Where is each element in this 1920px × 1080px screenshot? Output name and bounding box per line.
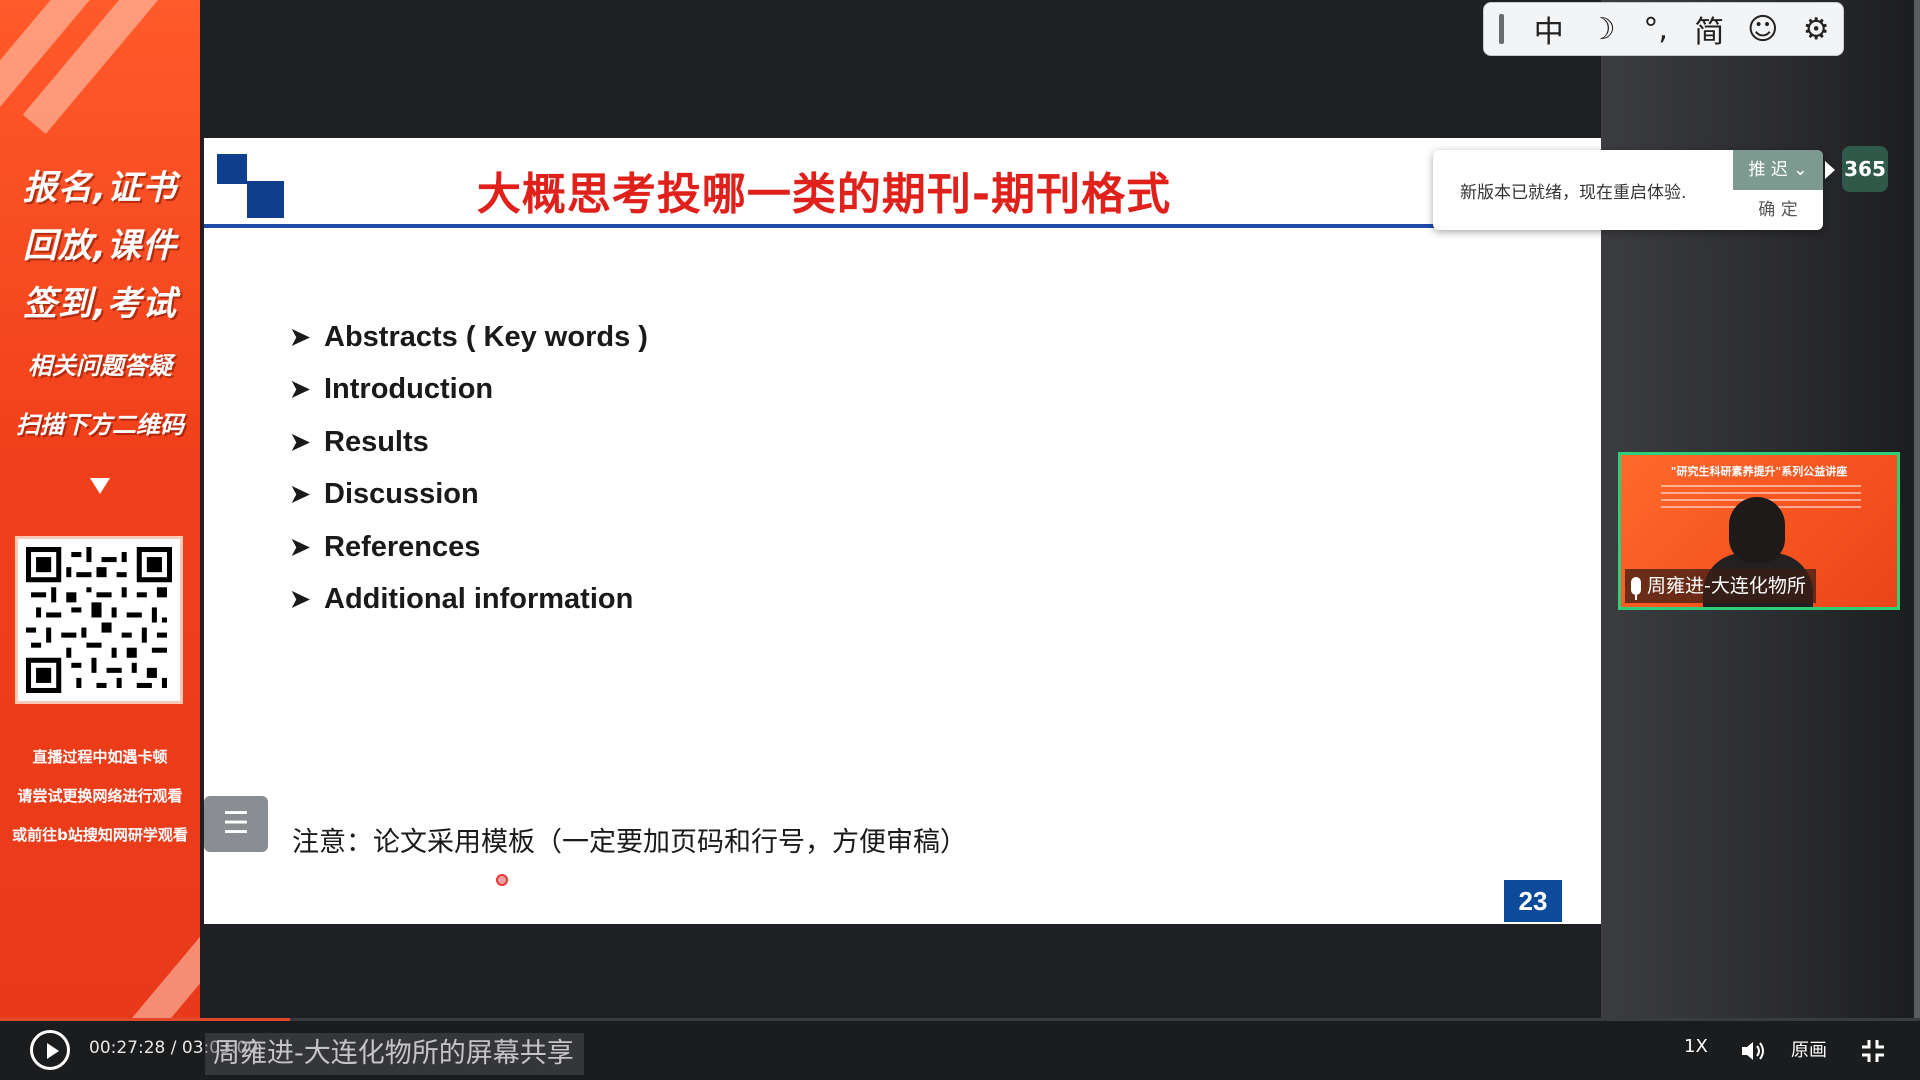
bullet-arrow-icon: ➤: [290, 481, 311, 509]
simplified-icon[interactable]: 简: [1682, 7, 1736, 51]
bullet-arrow-icon: ➤: [290, 428, 311, 456]
promo-note-2: 请尝试更换网络进行观看: [17, 787, 183, 805]
speaker-head: [1729, 497, 1785, 563]
app-badge-365[interactable]: 365: [1842, 146, 1888, 192]
slide-bullet-list: ➤ Abstracts ( Key words ) ➤ Introduction ➤…: [290, 311, 648, 626]
microphone-icon: [1631, 577, 1641, 600]
bullet-item: ➤ Additional information: [290, 574, 648, 627]
bullet-item: ➤ Results: [290, 416, 648, 469]
bullet-text: Abstracts ( Key words ): [324, 320, 648, 353]
speaker-label: 周雍进-大连化物所: [1625, 569, 1816, 603]
qr-code: [15, 536, 183, 704]
confirm-button[interactable]: 确 定: [1733, 190, 1823, 230]
promo-note-1: 直播过程中如遇卡顿: [32, 748, 168, 766]
bullet-item: ➤ References: [290, 521, 648, 574]
bullet-item: ➤ Discussion: [290, 469, 648, 522]
promo-line-4: 相关问题答疑: [28, 352, 172, 380]
scrollbar[interactable]: [1914, 0, 1920, 1020]
list-icon: ☰: [222, 806, 250, 841]
toast-message: 新版本已就绪，现在重启体验.: [1460, 183, 1687, 203]
bullet-text: Results: [324, 425, 429, 458]
chinese-mode-icon[interactable]: 中: [1522, 7, 1576, 51]
bullet-arrow-icon: ➤: [290, 376, 311, 404]
promo-line-3: 签到,考试: [23, 284, 177, 324]
bullet-text: References: [324, 530, 481, 563]
emoji-icon[interactable]: ☺: [1736, 12, 1790, 47]
slide-title-rule: [204, 224, 1454, 228]
quality-button[interactable]: 原画: [1791, 1036, 1827, 1062]
speed-button[interactable]: 1X: [1684, 1036, 1708, 1057]
settings-icon[interactable]: ⚙: [1789, 12, 1843, 47]
promo-line-2: 回放,课件: [23, 226, 177, 266]
ime-toolbar: 中 ☽ °, 简 ☺ ⚙: [1483, 2, 1844, 56]
slide-note: 注意：论文采用模板（一定要加页码和行号，方便审稿）: [292, 827, 967, 858]
screen-share-caption: 周雍进-大连化物所的屏幕共享: [205, 1033, 584, 1075]
play-button[interactable]: [30, 1030, 70, 1070]
menu-list-button[interactable]: ☰: [204, 796, 268, 852]
down-arrow-icon: [90, 478, 110, 494]
promo-note-3: 或前往b站搜知网研学观看: [12, 826, 188, 844]
bullet-item: ➤ Introduction: [290, 364, 648, 417]
slide-page-number: 23: [1504, 880, 1562, 922]
speaker-video-tile[interactable]: "研究生科研素养提升"系列公益讲座 周雍进-大连化物所: [1618, 452, 1900, 610]
toast-arrow-icon: [1825, 161, 1835, 179]
exit-fullscreen-icon[interactable]: [1860, 1038, 1886, 1064]
video-banner: "研究生科研素养提升"系列公益讲座: [1670, 465, 1848, 478]
punctuation-icon[interactable]: °,: [1629, 12, 1683, 47]
postpone-button[interactable]: 推 迟 ⌄: [1733, 150, 1823, 190]
promo-line-1: 报名,证书: [23, 168, 177, 208]
shared-slide: 大概思考投哪一类的期刊-期刊格式 ➤ Abstracts ( Key words …: [204, 138, 1601, 924]
chevron-down-icon: ⌄: [1793, 160, 1808, 180]
drag-handle[interactable]: [1499, 14, 1504, 44]
postpone-label: 推 迟: [1748, 160, 1788, 180]
promo-banner: 报名,证书 回放,课件 签到,考试 相关问题答疑 扫描下方二维码 直播过程中如遇…: [0, 0, 200, 1020]
slide-title: 大概思考投哪一类的期刊-期刊格式: [476, 169, 1172, 220]
speaker-name: 周雍进-大连化物所: [1647, 575, 1806, 597]
bullet-text: Additional information: [324, 583, 634, 616]
promo-line-5: 扫描下方二维码: [16, 411, 184, 439]
bullet-arrow-icon: ➤: [290, 586, 311, 614]
bullet-item: ➤ Abstracts ( Key words ): [290, 311, 648, 364]
moon-icon[interactable]: ☽: [1575, 12, 1629, 47]
progress-fill: [0, 1018, 290, 1021]
volume-icon[interactable]: [1740, 1040, 1766, 1062]
bullet-text: Discussion: [324, 478, 479, 511]
bullet-arrow-icon: ➤: [290, 323, 311, 351]
bullet-text: Introduction: [324, 373, 494, 406]
update-toast: 新版本已就绪，现在重启体验. 推 迟 ⌄ 确 定: [1433, 150, 1823, 230]
laser-pointer-dot: [496, 874, 508, 886]
bullet-arrow-icon: ➤: [290, 533, 311, 561]
